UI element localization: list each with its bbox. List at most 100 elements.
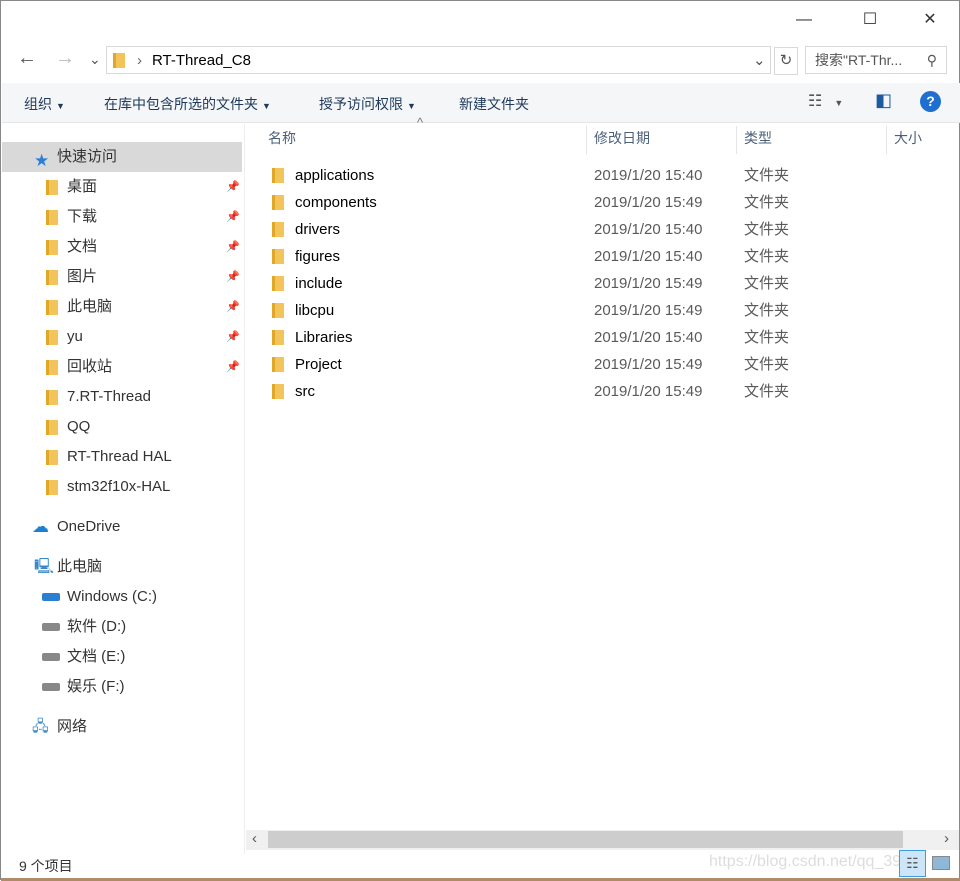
sidebar-item-drive[interactable]: 文档 (E:) <box>2 642 242 672</box>
file-name: components <box>295 194 377 211</box>
sidebar-item-network[interactable]: 🖧 网络 <box>2 712 242 742</box>
file-type: 文件夹 <box>744 383 790 400</box>
file-row[interactable]: components 2019/1/20 15:49 文件夹 <box>263 189 843 216</box>
share-menu[interactable]: 授予访问权限 ▼ <box>319 94 416 114</box>
pin-icon[interactable]: 📌 <box>226 352 240 382</box>
sidebar-item[interactable]: 图片 📌 <box>2 262 242 292</box>
sidebar-item[interactable]: RT-Thread HAL <box>2 442 242 472</box>
drive-icon <box>42 623 60 631</box>
file-name: applications <box>295 167 375 184</box>
sidebar-item[interactable]: yu 📌 <box>2 322 242 352</box>
close-button[interactable]: ✕ <box>907 5 953 35</box>
folder-icon <box>46 480 58 495</box>
file-row[interactable]: Project 2019/1/20 15:49 文件夹 <box>263 351 843 378</box>
folder-icon <box>272 357 284 372</box>
file-modified: 2019/1/20 15:40 <box>594 329 703 346</box>
maximize-button[interactable]: ☐ <box>847 5 893 35</box>
sidebar-item-drive[interactable]: Windows (C:) <box>2 582 242 612</box>
address-bar[interactable]: › RT-Thread_C8 <box>106 46 771 74</box>
file-row[interactable]: applications 2019/1/20 15:40 文件夹 <box>263 162 843 189</box>
column-header-size[interactable]: 大小 <box>887 126 960 154</box>
drive-icon <box>42 653 60 661</box>
column-header-type[interactable]: 类型 <box>737 126 887 154</box>
horizontal-scrollbar[interactable]: ‹ › <box>246 830 959 850</box>
minimize-button[interactable]: — <box>781 5 827 35</box>
folder-icon <box>272 330 284 345</box>
sidebar-item-quick-access[interactable]: ★ 快速访问 <box>2 142 242 172</box>
sidebar-item-label: yu <box>67 328 83 345</box>
column-header-modified[interactable]: 修改日期 <box>587 126 737 154</box>
file-row[interactable]: Libraries 2019/1/20 15:40 文件夹 <box>263 324 843 351</box>
sidebar-item[interactable]: QQ <box>2 412 242 442</box>
folder-icon <box>113 52 125 68</box>
folder-icon <box>272 195 284 210</box>
sidebar-item[interactable]: 回收站 📌 <box>2 352 242 382</box>
drive-icon <box>42 683 60 691</box>
sidebar-item-label: 软件 (D:) <box>67 618 127 635</box>
organize-menu[interactable]: 组织 ▼ <box>24 94 65 114</box>
sidebar-item-label: Windows (C:) <box>67 588 158 605</box>
pin-icon[interactable]: 📌 <box>226 172 240 202</box>
sidebar-item[interactable]: 下载 📌 <box>2 202 242 232</box>
refresh-button[interactable]: ↻ <box>774 47 798 75</box>
file-name: Project <box>295 356 342 373</box>
sidebar-item[interactable]: 桌面 📌 <box>2 172 242 202</box>
file-row[interactable]: drivers 2019/1/20 15:40 文件夹 <box>263 216 843 243</box>
file-modified: 2019/1/20 15:40 <box>594 167 703 184</box>
folder-icon <box>46 420 58 435</box>
folder-icon <box>272 303 284 318</box>
folder-icon <box>272 384 284 399</box>
scroll-left-button[interactable]: ‹ <box>252 830 257 847</box>
preview-pane-icon[interactable]: ◧ <box>875 90 892 111</box>
item-count: 9 个项目 <box>19 858 73 874</box>
folder-icon <box>272 168 284 183</box>
sidebar-item-drive[interactable]: 软件 (D:) <box>2 612 242 642</box>
chevron-right-icon: › <box>137 51 142 69</box>
file-type: 文件夹 <box>744 275 790 292</box>
file-row[interactable]: figures 2019/1/20 15:40 文件夹 <box>263 243 843 270</box>
help-button[interactable]: ? <box>920 91 941 112</box>
sidebar-item-drive[interactable]: 娱乐 (F:) <box>2 672 242 702</box>
pin-icon[interactable]: 📌 <box>226 292 240 322</box>
file-row[interactable]: include 2019/1/20 15:49 文件夹 <box>263 270 843 297</box>
column-header-name[interactable]: 名称 <box>261 126 587 154</box>
sidebar-item[interactable]: 7.RT-Thread <box>2 382 242 412</box>
sidebar-item-this-pc[interactable]: 🖳 此电脑 <box>2 552 242 582</box>
address-dropdown-button[interactable]: ⌄ <box>753 51 766 69</box>
file-name: src <box>295 383 315 400</box>
file-type: 文件夹 <box>744 329 790 346</box>
back-button[interactable]: ← <box>17 47 37 70</box>
pin-icon[interactable]: 📌 <box>226 262 240 292</box>
file-modified: 2019/1/20 15:49 <box>594 356 703 373</box>
scroll-right-button[interactable]: › <box>944 830 949 847</box>
view-options-icon[interactable]: ☷ ▼ <box>808 91 843 111</box>
file-modified: 2019/1/20 15:49 <box>594 302 703 319</box>
scrollbar-thumb[interactable] <box>268 831 903 848</box>
pin-icon[interactable]: 📌 <box>226 232 240 262</box>
search-input[interactable]: 搜索"RT-Thr... ⚲ <box>805 46 947 74</box>
details-view-button[interactable]: ☷ <box>899 850 926 877</box>
file-row[interactable]: libcpu 2019/1/20 15:49 文件夹 <box>263 297 843 324</box>
address-path[interactable]: RT-Thread_C8 <box>152 52 251 69</box>
sidebar-item-onedrive[interactable]: ☁ OneDrive <box>2 512 242 542</box>
network-icon: 🖧 <box>32 718 49 735</box>
pin-icon[interactable]: 📌 <box>226 322 240 352</box>
recent-locations-button[interactable]: ⌄ <box>89 51 101 68</box>
folder-icon <box>272 222 284 237</box>
file-modified: 2019/1/20 15:49 <box>594 275 703 292</box>
large-icons-view-button[interactable] <box>932 856 950 870</box>
forward-button[interactable]: → <box>55 47 75 70</box>
sidebar-item[interactable]: stm32f10x-HAL <box>2 472 242 502</box>
include-library-menu[interactable]: 在库中包含所选的文件夹 ▼ <box>104 94 271 114</box>
folder-icon <box>272 249 284 264</box>
sidebar-item[interactable]: 文档 📌 <box>2 232 242 262</box>
sidebar-item-label: 桌面 <box>67 178 98 195</box>
sidebar-item-label: 文档 <box>67 238 98 255</box>
new-folder-button[interactable]: 新建文件夹 <box>459 94 529 114</box>
file-row[interactable]: src 2019/1/20 15:49 文件夹 <box>263 378 843 405</box>
pin-icon[interactable]: 📌 <box>226 202 240 232</box>
file-name: figures <box>295 248 341 265</box>
sidebar-item[interactable]: 此电脑 📌 <box>2 292 242 322</box>
sidebar-item-label: 下载 <box>67 208 98 225</box>
search-icon: ⚲ <box>926 52 937 68</box>
